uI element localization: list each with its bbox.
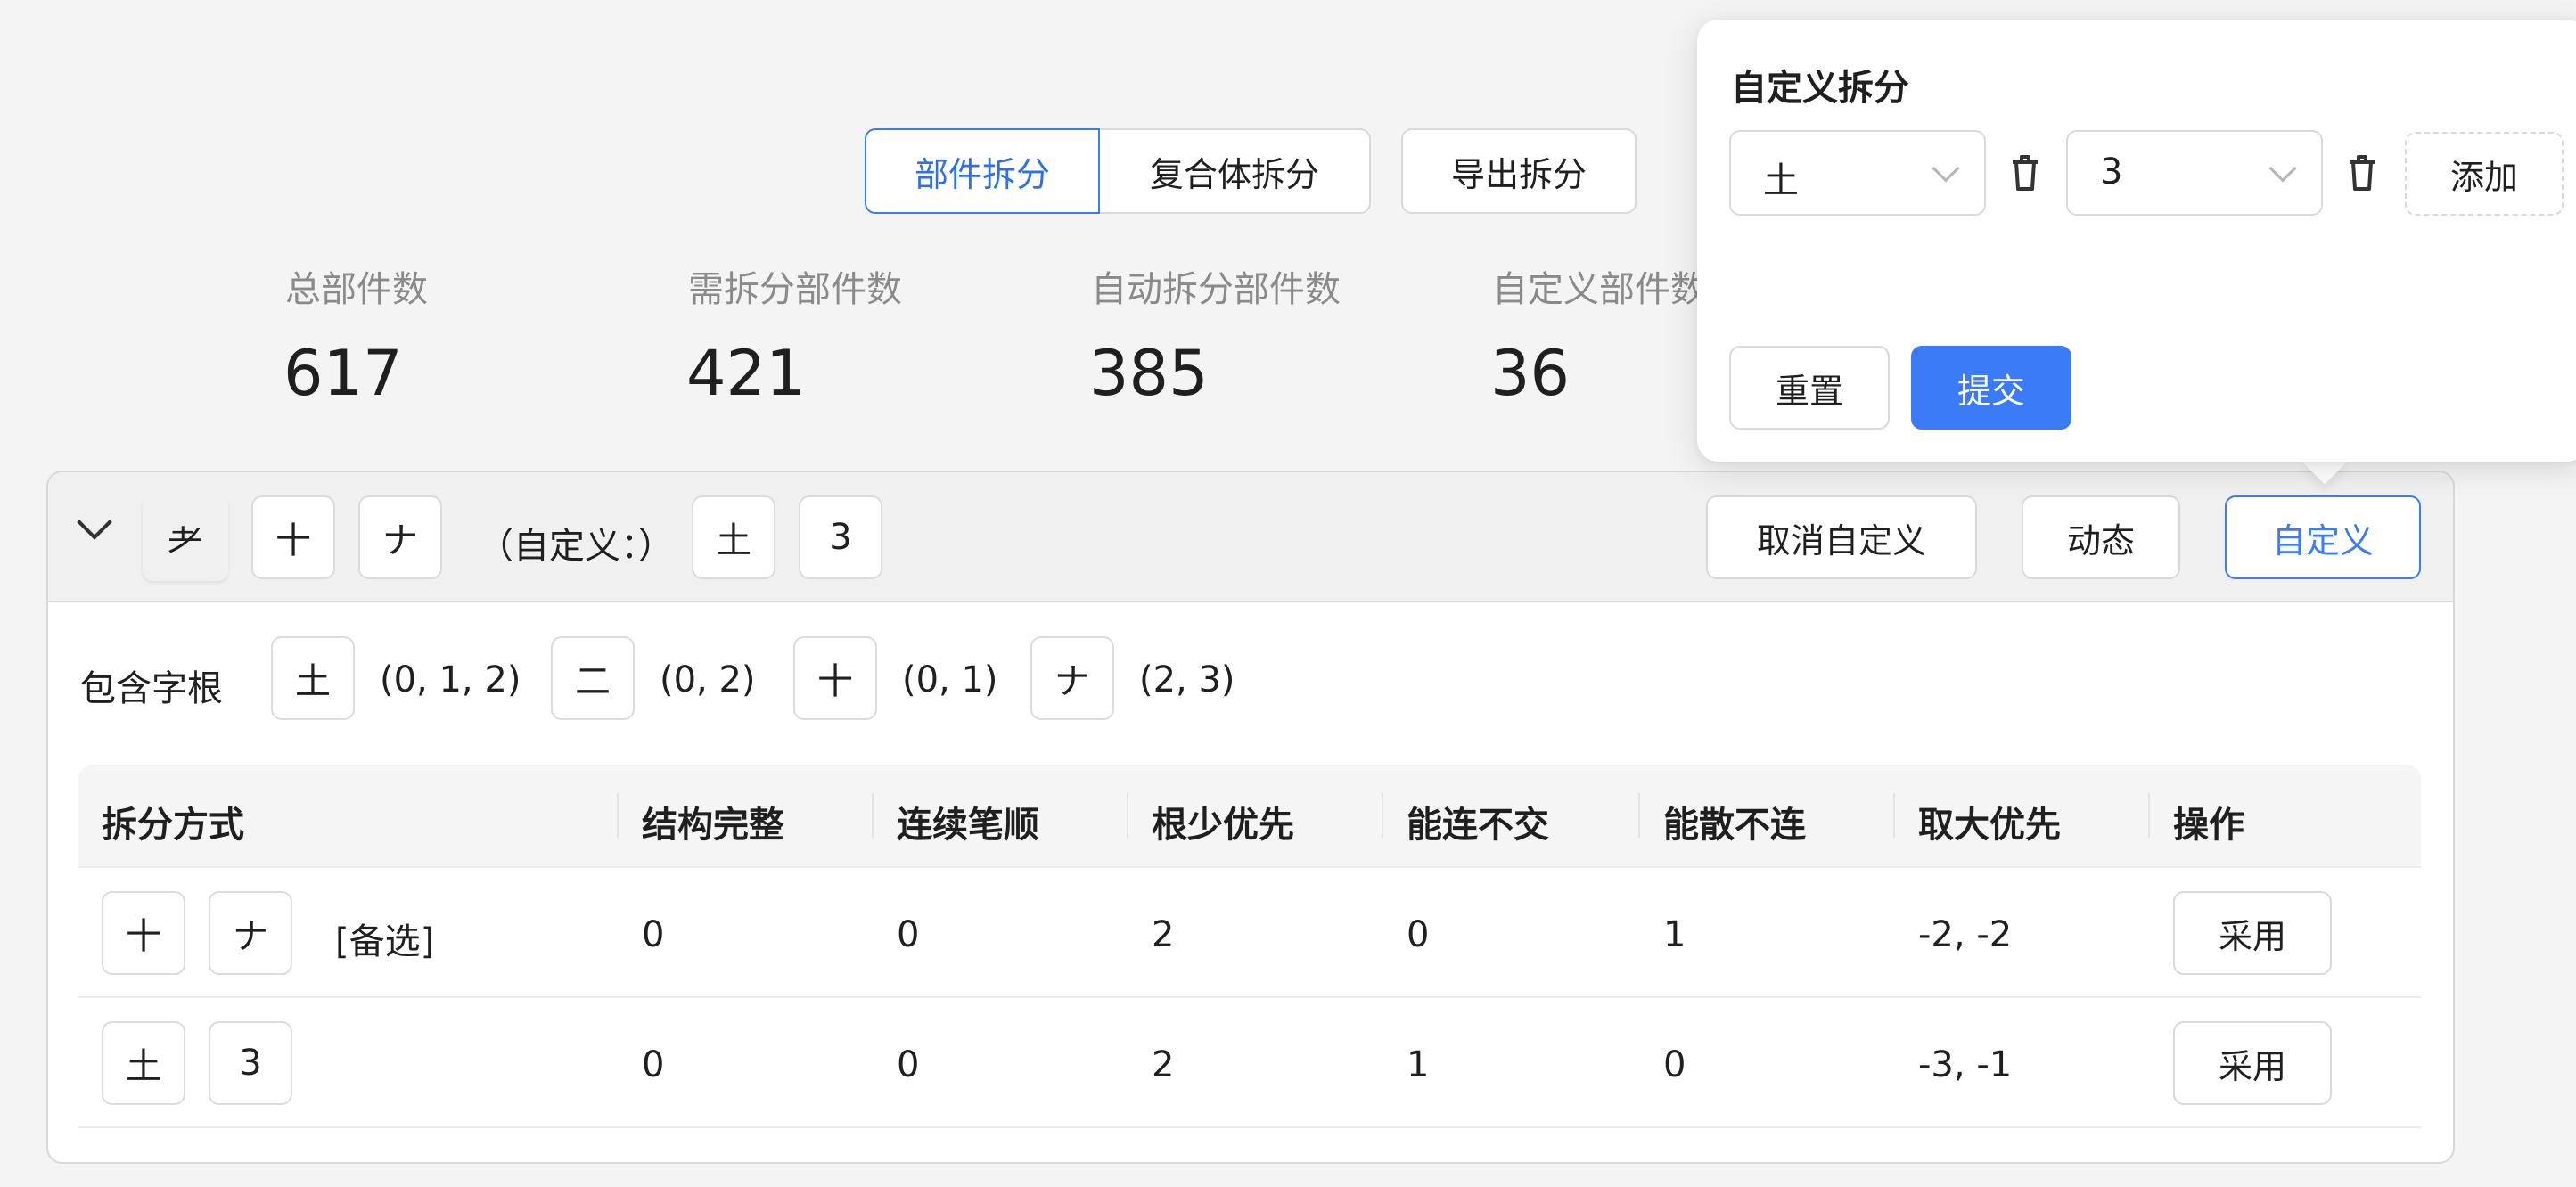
add-part-button[interactable]: 添加 [2405, 132, 2564, 216]
part-select-value: 3 [2100, 151, 2123, 192]
col-header-scatter: 能散不连 [1663, 805, 1806, 846]
custom-button[interactable]: 自定义 [2225, 495, 2421, 579]
chevron-down-icon [2268, 154, 2297, 183]
custom-part-chip: 土 [692, 495, 775, 579]
root-index: (0, 1, 2) [380, 659, 521, 700]
stat-auto-split-label: 自动拆分部件数 [1091, 269, 1341, 310]
dynamic-button[interactable]: 动态 [2022, 495, 2180, 579]
part-select[interactable]: 土 [1729, 130, 1986, 216]
col-header-structure: 结构完整 [642, 805, 784, 846]
root-chip: 十 [793, 636, 877, 720]
cell-larger-first: -3, -1 [1918, 1044, 2013, 1085]
part-select-value: 土 [1763, 160, 1799, 201]
stat-total-label: 总部件数 [285, 269, 428, 310]
row-part-chip: 十 [102, 891, 185, 975]
cell-stroke-order: 0 [897, 1044, 920, 1085]
popover-title: 自定义拆分 [1731, 68, 1909, 109]
roots-label: 包含字根 [80, 668, 223, 709]
col-header-split-method: 拆分方式 [102, 805, 244, 846]
col-header-larger-first: 取大优先 [1918, 805, 2061, 846]
part-chip: 十 [251, 495, 335, 579]
custom-label: （自定义：） [478, 526, 674, 567]
cell-structure: 0 [642, 914, 665, 955]
col-header-fewer-roots: 根少优先 [1152, 805, 1294, 846]
cell-fewer-roots: 2 [1152, 1044, 1175, 1085]
stat-custom-label: 自定义部件数 [1492, 269, 1706, 310]
stat-total-value: 617 [283, 337, 403, 410]
root-index: (2, 3) [1139, 659, 1235, 700]
root-index: (0, 1) [902, 659, 998, 700]
export-split-button[interactable]: 导出拆分 [1401, 128, 1637, 214]
root-chip: 土 [271, 636, 355, 720]
delete-icon[interactable] [2007, 151, 2043, 194]
row-part-chip: ナ [209, 891, 292, 975]
reset-button[interactable]: 重置 [1729, 346, 1890, 430]
cell-connect: 0 [1407, 914, 1430, 955]
root-chip: ナ [1030, 636, 1114, 720]
col-header-connect: 能连不交 [1407, 805, 1549, 846]
part-chip: ナ [358, 495, 442, 579]
stat-custom-value: 36 [1490, 337, 1571, 410]
tab-compound-split[interactable]: 复合体拆分 [1100, 128, 1371, 214]
chevron-down-icon [1932, 154, 1960, 183]
adopt-button[interactable]: 采用 [2173, 891, 2332, 975]
row-part-chip: 土 [102, 1021, 185, 1105]
cell-scatter: 1 [1663, 914, 1686, 955]
root-index: (0, 2) [660, 659, 756, 700]
root-chip: 二 [551, 636, 635, 720]
cell-stroke-order: 0 [897, 914, 920, 955]
cell-connect: 1 [1407, 1044, 1430, 1085]
cell-scatter: 0 [1663, 1044, 1686, 1085]
cell-structure: 0 [642, 1044, 665, 1085]
cell-fewer-roots: 2 [1152, 914, 1175, 955]
submit-button[interactable]: 提交 [1911, 346, 2071, 430]
tab-component-split[interactable]: 部件拆分 [865, 128, 1100, 214]
split-mode-tabs: 部件拆分 复合体拆分 [865, 128, 1371, 214]
custom-part-chip: 3 [799, 495, 882, 579]
stat-auto-split-value: 385 [1089, 337, 1209, 410]
cell-larger-first: -2, -2 [1918, 914, 2013, 955]
part-select[interactable]: 3 [2066, 130, 2323, 216]
adopt-button[interactable]: 采用 [2173, 1021, 2332, 1105]
cancel-custom-button[interactable]: 取消自定义 [1706, 495, 1977, 579]
stat-need-split-label: 需拆分部件数 [688, 269, 902, 310]
component-glyph: 耂 [143, 495, 228, 581]
row-tag: [备选] [335, 921, 435, 962]
col-header-stroke-order: 连续笔顺 [897, 805, 1039, 846]
row-part-chip: 3 [209, 1021, 292, 1105]
delete-icon[interactable] [2344, 151, 2380, 194]
stat-need-split-value: 421 [686, 337, 806, 410]
col-header-action: 操作 [2173, 805, 2244, 846]
